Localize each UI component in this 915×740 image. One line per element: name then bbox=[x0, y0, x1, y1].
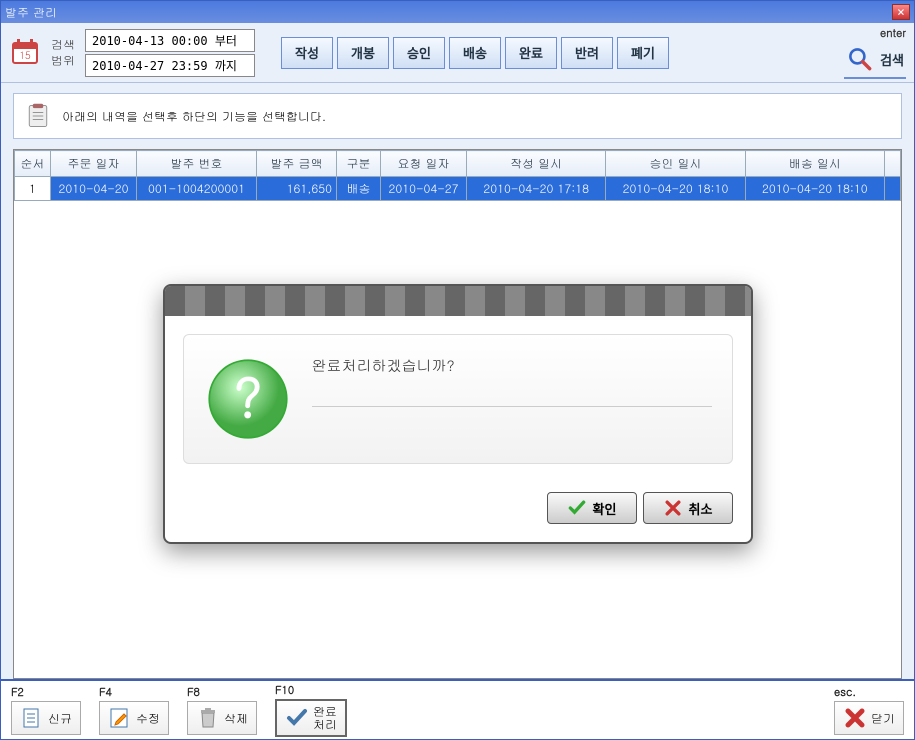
complete-button[interactable]: 완료 처리 bbox=[275, 699, 347, 737]
search-icon bbox=[846, 45, 874, 73]
close-button[interactable]: 닫기 bbox=[834, 701, 904, 735]
window-close-button[interactable]: × bbox=[892, 4, 910, 20]
close-x-icon bbox=[843, 706, 867, 730]
confirm-dialog: ? 완료처리하겠습니까? 확인 취소 bbox=[163, 284, 753, 544]
modal-overlay: ? 완료처리하겠습니까? 확인 취소 bbox=[14, 150, 901, 678]
instruction-text: 아래의 내역을 선택후 하단의 기능을 선택합니다. bbox=[62, 108, 326, 125]
svg-text:15: 15 bbox=[19, 48, 31, 62]
footer-btn-delete: F8 삭제 bbox=[187, 685, 257, 735]
search-button[interactable]: 검색 bbox=[844, 41, 906, 79]
footer-btn-close: esc. 닫기 bbox=[834, 685, 904, 735]
checkmark-icon bbox=[285, 706, 309, 730]
dialog-cancel-button[interactable]: 취소 bbox=[643, 492, 733, 524]
data-table-area: 순서 주문 일자 발주 번호 발주 금액 구분 요청 일자 작성 일시 승인 일… bbox=[13, 149, 902, 679]
date-range: 2010-04-13 00:00 부터 2010-04-27 23:59 까지 bbox=[85, 29, 255, 77]
trash-icon bbox=[196, 706, 220, 730]
dialog-message: 완료처리하겠습니까? bbox=[312, 355, 712, 407]
status-btn-discard[interactable]: 폐기 bbox=[617, 37, 669, 69]
footer-btn-complete: F10 완료 처리 bbox=[275, 683, 347, 737]
titlebar: 발주 관리 × bbox=[1, 1, 914, 23]
delete-button[interactable]: 삭제 bbox=[187, 701, 257, 735]
clipboard-icon bbox=[24, 102, 52, 130]
footer: F2 신규 F4 수정 F8 삭제 F10 완료 처리 bbox=[1, 679, 914, 739]
search-area: enter 검색 bbox=[844, 26, 906, 79]
window-title: 발주 관리 bbox=[5, 4, 57, 21]
status-btn-deliver[interactable]: 배송 bbox=[449, 37, 501, 69]
footer-btn-edit: F4 수정 bbox=[99, 685, 169, 735]
search-range-label: 검색 범위 bbox=[51, 37, 75, 68]
date-to-input[interactable]: 2010-04-27 23:59 까지 bbox=[85, 54, 255, 77]
calendar-icon: 15 bbox=[9, 37, 41, 69]
status-btn-complete[interactable]: 완료 bbox=[505, 37, 557, 69]
edit-button[interactable]: 수정 bbox=[99, 701, 169, 735]
status-filter-buttons: 작성 개봉 승인 배송 완료 반려 폐기 bbox=[281, 37, 669, 69]
status-btn-create[interactable]: 작성 bbox=[281, 37, 333, 69]
status-btn-return[interactable]: 반려 bbox=[561, 37, 613, 69]
status-btn-open[interactable]: 개봉 bbox=[337, 37, 389, 69]
svg-text:?: ? bbox=[233, 357, 262, 432]
search-shortcut-label: enter bbox=[844, 26, 906, 41]
status-btn-approve[interactable]: 승인 bbox=[393, 37, 445, 69]
document-icon bbox=[20, 706, 44, 730]
pencil-icon bbox=[108, 706, 132, 730]
new-button[interactable]: 신규 bbox=[11, 701, 81, 735]
question-icon: ? bbox=[204, 355, 292, 443]
date-from-input[interactable]: 2010-04-13 00:00 부터 bbox=[85, 29, 255, 52]
window: 발주 관리 × 15 검색 범위 2010-04-13 00:00 부터 201… bbox=[0, 0, 915, 740]
x-icon bbox=[663, 498, 683, 518]
footer-btn-new: F2 신규 bbox=[11, 685, 81, 735]
check-icon bbox=[567, 498, 587, 518]
toolbar: 15 검색 범위 2010-04-13 00:00 부터 2010-04-27 … bbox=[1, 23, 914, 83]
dialog-ok-button[interactable]: 확인 bbox=[547, 492, 637, 524]
instruction-bar: 아래의 내역을 선택후 하단의 기능을 선택합니다. bbox=[13, 93, 902, 139]
dialog-titlebar[interactable] bbox=[165, 286, 751, 316]
